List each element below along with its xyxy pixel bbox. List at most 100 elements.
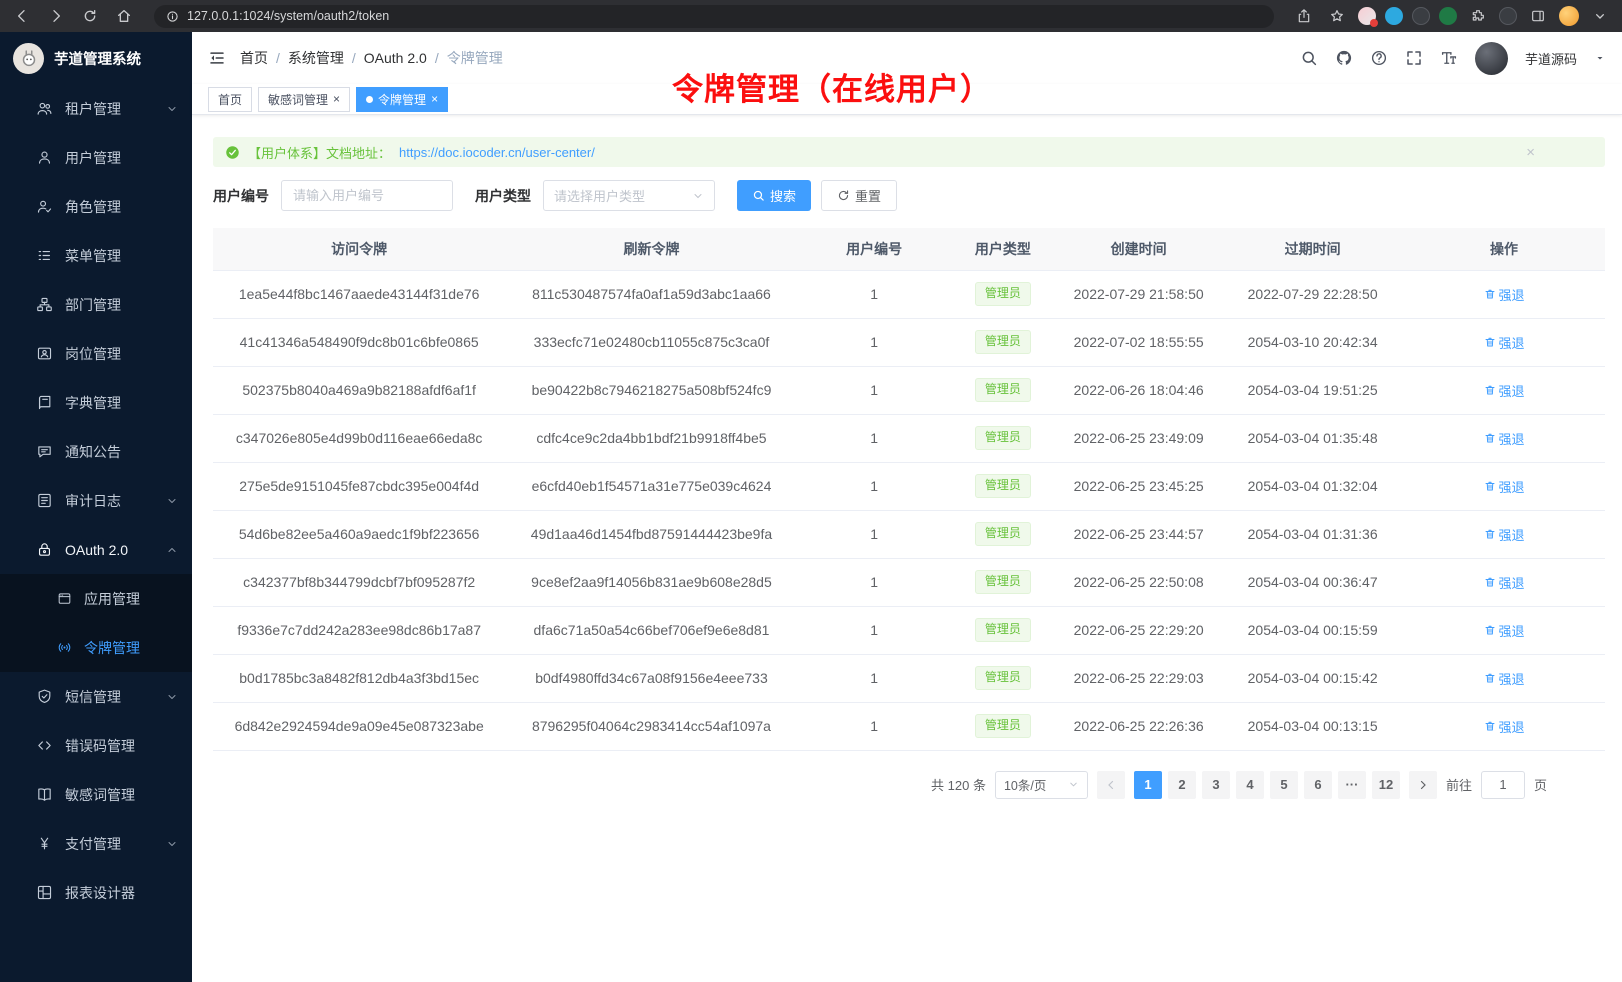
force-logout-button[interactable]: 强退 <box>1484 717 1525 736</box>
extensions-puzzle-icon[interactable] <box>1466 4 1490 28</box>
role-icon <box>36 198 53 215</box>
font-size-icon[interactable] <box>1440 49 1458 67</box>
force-logout-button[interactable]: 强退 <box>1484 381 1525 400</box>
fullscreen-icon[interactable] <box>1405 49 1423 67</box>
app-logo[interactable]: 芋道管理系统 <box>0 32 192 84</box>
sidebar-item-error-code[interactable]: 错误码管理 <box>0 721 192 770</box>
share-icon[interactable] <box>1292 4 1316 28</box>
access-token-cell: 502375b8040a469a9b82188afdf6af1f <box>213 366 505 414</box>
pay-icon <box>36 835 53 852</box>
tab-close-icon[interactable]: × <box>431 93 438 105</box>
sidebar-item-menu[interactable]: 菜单管理 <box>0 231 192 280</box>
profile-avatar[interactable] <box>1559 6 1579 26</box>
side-panel-icon[interactable] <box>1526 4 1550 28</box>
extension-icon[interactable] <box>1412 7 1430 25</box>
user-name[interactable]: 芋道源码 <box>1525 49 1577 68</box>
alert-close-icon[interactable]: × <box>1526 144 1593 161</box>
user-type-select[interactable]: 请选择用户类型 <box>543 180 715 211</box>
sidebar-item-dict[interactable]: 字典管理 <box>0 378 192 427</box>
audit-log-icon <box>36 492 53 509</box>
doc-link[interactable]: https://doc.iocoder.cn/user-center/ <box>399 145 595 160</box>
breadcrumb-item[interactable]: 系统管理 <box>288 48 344 68</box>
sidebar-item-dept[interactable]: 部门管理 <box>0 280 192 329</box>
site-info-icon[interactable] <box>166 10 179 23</box>
tab-token[interactable]: 令牌管理 × <box>356 87 448 112</box>
url-bar[interactable]: 127.0.0.1:1024/system/oauth2/token <box>154 5 1274 28</box>
search-button[interactable]: 搜索 <box>737 180 811 211</box>
pagination: 共 120 条 10条/页 123456···12 前往 页 <box>213 771 1605 799</box>
user-type-cell: 管理员 <box>951 654 1055 702</box>
force-logout-button[interactable]: 强退 <box>1484 525 1525 544</box>
tab-close-icon[interactable]: × <box>333 93 340 105</box>
action-cell: 强退 <box>1403 366 1605 414</box>
page-button-12[interactable]: 12 <box>1372 771 1400 799</box>
sidebar-item-label: 用户管理 <box>65 148 121 168</box>
force-logout-button[interactable]: 强退 <box>1484 429 1525 448</box>
tab-home[interactable]: 首页 <box>208 87 252 112</box>
prev-page-button[interactable] <box>1097 771 1125 799</box>
refresh-token-cell: be90422b8c7946218275a508bf524fc9 <box>505 366 797 414</box>
sidebar-item-sensitive-word[interactable]: 敏感词管理 <box>0 770 192 819</box>
sidebar-item-report-designer[interactable]: 报表设计器 <box>0 868 192 917</box>
reset-button[interactable]: 重置 <box>821 180 897 211</box>
sidebar-item-pay[interactable]: 支付管理 <box>0 819 192 868</box>
extension-badge <box>1370 19 1378 27</box>
forward-button[interactable] <box>44 4 68 28</box>
user-id-cell: 1 <box>798 606 951 654</box>
page-button-4[interactable]: 4 <box>1236 771 1264 799</box>
chevron-down-icon[interactable] <box>1588 4 1612 28</box>
trash-icon <box>1484 624 1496 636</box>
reload-button[interactable] <box>78 4 102 28</box>
page-button-1[interactable]: 1 <box>1134 771 1162 799</box>
breadcrumb-separator: / <box>276 50 280 66</box>
sidebar-item-role[interactable]: 角色管理 <box>0 182 192 231</box>
force-logout-button[interactable]: 强退 <box>1484 333 1525 352</box>
page-size-select[interactable]: 10条/页 <box>995 771 1088 799</box>
page-button-5[interactable]: 5 <box>1270 771 1298 799</box>
breadcrumb-item[interactable]: OAuth 2.0 <box>364 50 427 66</box>
sidebar-item-oauth2[interactable]: OAuth 2.0 <box>0 525 192 574</box>
user-id-input[interactable] <box>281 180 453 211</box>
github-icon[interactable] <box>1335 49 1353 67</box>
tab-sensitive-word[interactable]: 敏感词管理 × <box>258 87 350 112</box>
force-logout-button[interactable]: 强退 <box>1484 477 1525 496</box>
sidebar-collapse-button[interactable] <box>208 49 226 67</box>
sidebar-item-notice[interactable]: 通知公告 <box>0 427 192 476</box>
pagination-ellipsis[interactable]: ··· <box>1338 771 1366 799</box>
page-content: 【用户体系】文档地址： https://doc.iocoder.cn/user-… <box>192 115 1622 982</box>
action-cell: 强退 <box>1403 606 1605 654</box>
user-id-label: 用户编号 <box>213 186 269 206</box>
caret-down-icon[interactable] <box>1594 52 1606 64</box>
home-button[interactable] <box>112 4 136 28</box>
sidebar-item-post[interactable]: 岗位管理 <box>0 329 192 378</box>
page-button-2[interactable]: 2 <box>1168 771 1196 799</box>
sidebar-item-audit-log[interactable]: 审计日志 <box>0 476 192 525</box>
sidebar-item-oauth2-token[interactable]: 令牌管理 <box>0 623 192 672</box>
bookmark-star-icon[interactable] <box>1325 4 1349 28</box>
extension-icon[interactable] <box>1499 7 1517 25</box>
force-logout-button[interactable]: 强退 <box>1484 573 1525 592</box>
force-logout-button[interactable]: 强退 <box>1484 621 1525 640</box>
breadcrumb-item[interactable]: 首页 <box>240 48 268 68</box>
sidebar-item-label: 部门管理 <box>65 295 121 315</box>
extension-icon[interactable] <box>1358 7 1376 25</box>
force-logout-button[interactable]: 强退 <box>1484 285 1525 304</box>
sidebar-item-oauth2-app[interactable]: 应用管理 <box>0 574 192 623</box>
back-button[interactable] <box>10 4 34 28</box>
goto-unit: 页 <box>1534 775 1547 794</box>
user-type-cell: 管理员 <box>951 702 1055 750</box>
page-button-3[interactable]: 3 <box>1202 771 1230 799</box>
sidebar-item-sms[interactable]: 短信管理 <box>0 672 192 721</box>
user-type-cell: 管理员 <box>951 462 1055 510</box>
next-page-button[interactable] <box>1409 771 1437 799</box>
search-icon[interactable] <box>1300 49 1318 67</box>
goto-page-input[interactable] <box>1481 771 1525 799</box>
page-button-6[interactable]: 6 <box>1304 771 1332 799</box>
force-logout-button[interactable]: 强退 <box>1484 669 1525 688</box>
extension-icon[interactable] <box>1385 7 1403 25</box>
user-avatar[interactable] <box>1475 42 1508 75</box>
sidebar-item-user[interactable]: 用户管理 <box>0 133 192 182</box>
help-icon[interactable] <box>1370 49 1388 67</box>
sidebar-item-tenant[interactable]: 租户管理 <box>0 84 192 133</box>
extension-icon[interactable] <box>1439 7 1457 25</box>
